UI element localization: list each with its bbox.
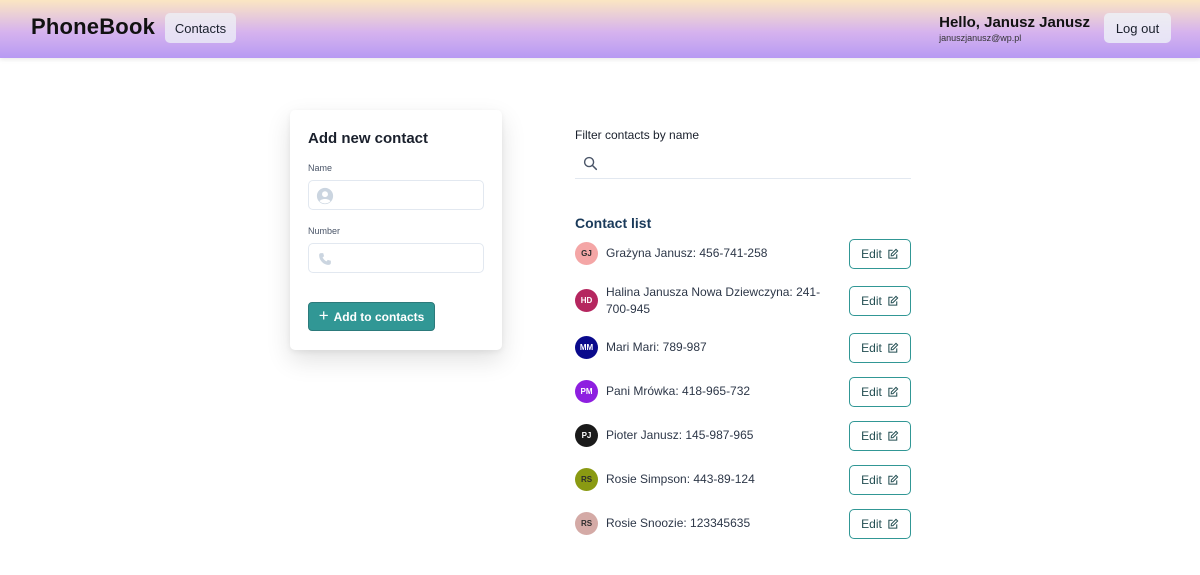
- edit-button[interactable]: Edit: [849, 377, 911, 407]
- number-label: Number: [308, 226, 341, 236]
- avatar: MM: [575, 336, 598, 359]
- contact-text: Pani Mrówka: 418-965-732: [606, 384, 751, 398]
- edit-icon: [888, 295, 899, 306]
- avatar: PJ: [575, 424, 598, 447]
- form-title: Add new contact: [308, 130, 429, 147]
- edit-icon: [888, 248, 899, 259]
- edit-label: Edit: [861, 294, 882, 308]
- avatar: GJ: [575, 242, 598, 265]
- contact-text: Grażyna Janusz: 456-741-258: [606, 246, 768, 260]
- edit-label: Edit: [861, 429, 882, 443]
- edit-icon: [888, 430, 899, 441]
- edit-button[interactable]: Edit: [849, 465, 911, 495]
- add-contact-form: Add new contact Name Number + Add to con…: [290, 110, 502, 350]
- contact-list-title: Contact list: [575, 215, 652, 231]
- edit-label: Edit: [861, 517, 882, 531]
- user-circle-icon: [316, 187, 334, 205]
- filter-field-wrapper: [575, 150, 911, 179]
- edit-icon: [888, 518, 899, 529]
- contact-text: Pioter Janusz: 145-987-965: [606, 428, 754, 442]
- edit-icon: [888, 386, 899, 397]
- contact-text: Halina Janusza Nowa Dziewczyna: 241-700-…: [606, 285, 821, 316]
- filter-label: Filter contacts by name: [575, 128, 700, 142]
- edit-button[interactable]: Edit: [849, 509, 911, 539]
- edit-icon: [888, 342, 899, 353]
- edit-icon: [888, 474, 899, 485]
- contact-text: Rosie Snoozie: 123345635: [606, 516, 751, 530]
- plus-icon: +: [318, 306, 329, 325]
- avatar: HD: [575, 289, 598, 312]
- edit-button[interactable]: Edit: [849, 286, 911, 316]
- add-button-label: Add to contacts: [333, 309, 425, 324]
- nav-contacts-button[interactable]: Contacts: [165, 13, 236, 43]
- edit-label: Edit: [861, 473, 882, 487]
- add-to-contacts-button[interactable]: + Add to contacts: [308, 302, 435, 331]
- avatar: RS: [575, 468, 598, 491]
- app-header: PhoneBook Contacts Hello, Janusz Janusz …: [0, 0, 1200, 58]
- logout-button[interactable]: Log out: [1104, 13, 1171, 43]
- edit-label: Edit: [861, 385, 882, 399]
- phone-icon: [319, 253, 331, 265]
- edit-button[interactable]: Edit: [849, 333, 911, 363]
- contact-text: Rosie Simpson: 443-89-124: [606, 472, 755, 486]
- filter-input[interactable]: [607, 154, 903, 174]
- edit-label: Edit: [861, 247, 882, 261]
- user-email: januszjanusz@wp.pl: [939, 33, 1022, 43]
- avatar: PM: [575, 380, 598, 403]
- number-input[interactable]: [339, 247, 479, 269]
- number-field-wrapper: [308, 243, 484, 273]
- avatar: RS: [575, 512, 598, 535]
- name-field-wrapper: [308, 180, 484, 210]
- edit-button[interactable]: Edit: [849, 421, 911, 451]
- name-label: Name: [308, 163, 333, 173]
- edit-label: Edit: [861, 341, 882, 355]
- greeting-text: Hello, Janusz Janusz: [939, 14, 1090, 31]
- name-input[interactable]: [339, 184, 479, 206]
- user-greeting: Hello, Janusz Janusz januszjanusz@wp.pl: [939, 14, 1090, 43]
- search-icon: [583, 156, 598, 171]
- app-logo[interactable]: PhoneBook: [31, 14, 155, 40]
- contact-text: Mari Mari: 789-987: [606, 340, 707, 354]
- edit-button[interactable]: Edit: [849, 239, 911, 269]
